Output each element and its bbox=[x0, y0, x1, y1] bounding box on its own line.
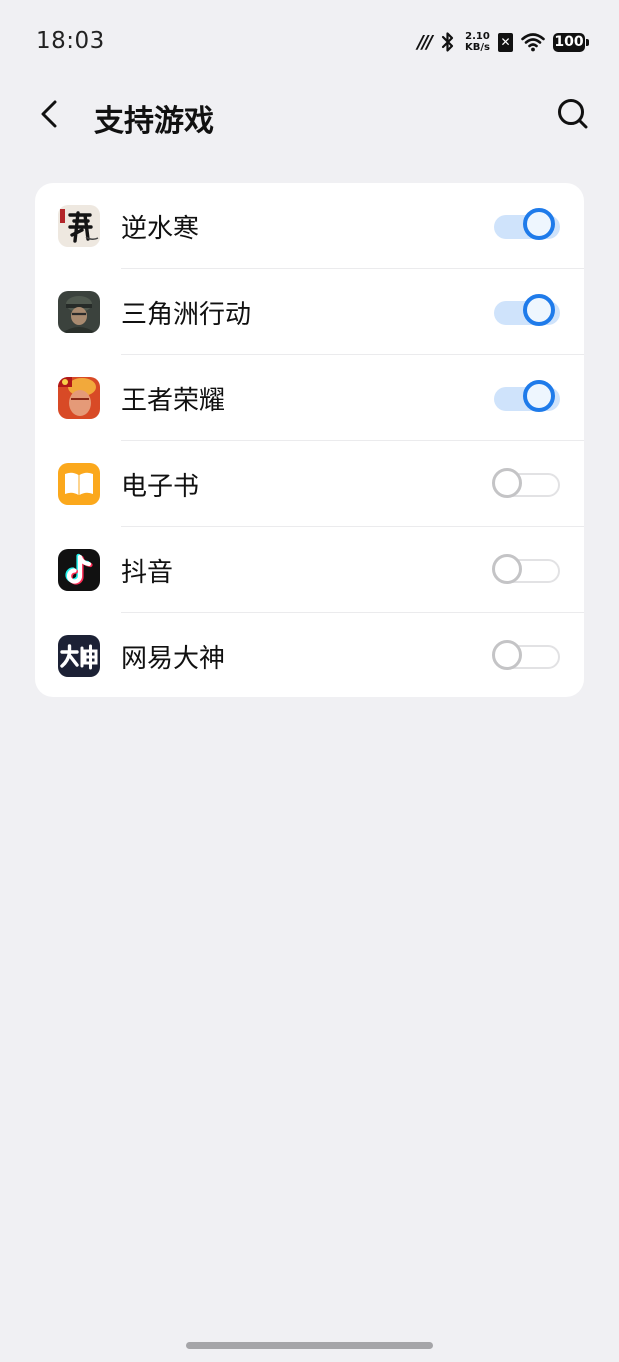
search-button[interactable] bbox=[553, 94, 593, 134]
header: 支持游戏 bbox=[0, 84, 619, 146]
toggle-knob bbox=[523, 294, 555, 326]
app-list: 逆水寒 三角洲行动 王者荣耀 电子书 抖音 网易大神 bbox=[35, 183, 584, 697]
app-name: 逆水寒 bbox=[121, 214, 200, 244]
battery-level: 100 bbox=[554, 34, 584, 50]
back-button[interactable] bbox=[30, 94, 70, 134]
list-item: 逆水寒 bbox=[35, 183, 584, 269]
toggle-ebook[interactable] bbox=[492, 465, 562, 503]
toggle-delta-force[interactable] bbox=[492, 293, 562, 331]
list-item: 抖音 bbox=[35, 527, 584, 613]
toggle-knob bbox=[492, 468, 522, 498]
list-item: 王者荣耀 bbox=[35, 355, 584, 441]
delta-force-icon bbox=[58, 291, 100, 333]
toggle-netease-dashen[interactable] bbox=[492, 637, 562, 675]
page-title: 支持游戏 bbox=[94, 104, 214, 139]
app-name: 抖音 bbox=[121, 558, 174, 588]
app-name: 网易大神 bbox=[121, 644, 226, 674]
toggle-nishuihan[interactable] bbox=[492, 207, 562, 245]
toggle-knob bbox=[492, 640, 522, 670]
status-time: 18:03 bbox=[36, 28, 105, 54]
status-bar: 18:03 /// 2.10 KB/s ✕ 100 bbox=[0, 0, 619, 84]
battery-icon: 100 bbox=[553, 32, 589, 52]
network-speed: 2.10 KB/s bbox=[465, 31, 490, 53]
network-speed-unit: KB/s bbox=[465, 42, 490, 53]
honor-of-kings-icon bbox=[58, 377, 100, 419]
signal-icon: /// bbox=[417, 31, 433, 53]
app-name: 电子书 bbox=[121, 472, 200, 502]
toggle-knob bbox=[523, 380, 555, 412]
douyin-icon bbox=[58, 549, 100, 591]
bluetooth-icon bbox=[441, 32, 454, 52]
ebook-icon bbox=[58, 463, 100, 505]
list-item: 网易大神 bbox=[35, 613, 584, 697]
wifi-icon bbox=[521, 33, 545, 52]
app-name: 三角洲行动 bbox=[121, 300, 252, 330]
no-sim-icon: ✕ bbox=[498, 32, 513, 52]
netease-dashen-icon bbox=[58, 635, 100, 677]
list-item: 电子书 bbox=[35, 441, 584, 527]
toggle-honor-of-kings[interactable] bbox=[492, 379, 562, 417]
network-speed-value: 2.10 bbox=[465, 31, 490, 42]
chevron-left-icon bbox=[41, 100, 57, 128]
toggle-douyin[interactable] bbox=[492, 551, 562, 589]
toggle-knob bbox=[492, 554, 522, 584]
status-icons: /// 2.10 KB/s ✕ 100 bbox=[417, 28, 589, 56]
home-indicator[interactable] bbox=[186, 1342, 433, 1349]
app-name: 王者荣耀 bbox=[121, 386, 226, 416]
nishuihan-icon bbox=[58, 205, 100, 247]
search-icon bbox=[558, 99, 588, 129]
list-item: 三角洲行动 bbox=[35, 269, 584, 355]
toggle-knob bbox=[523, 208, 555, 240]
